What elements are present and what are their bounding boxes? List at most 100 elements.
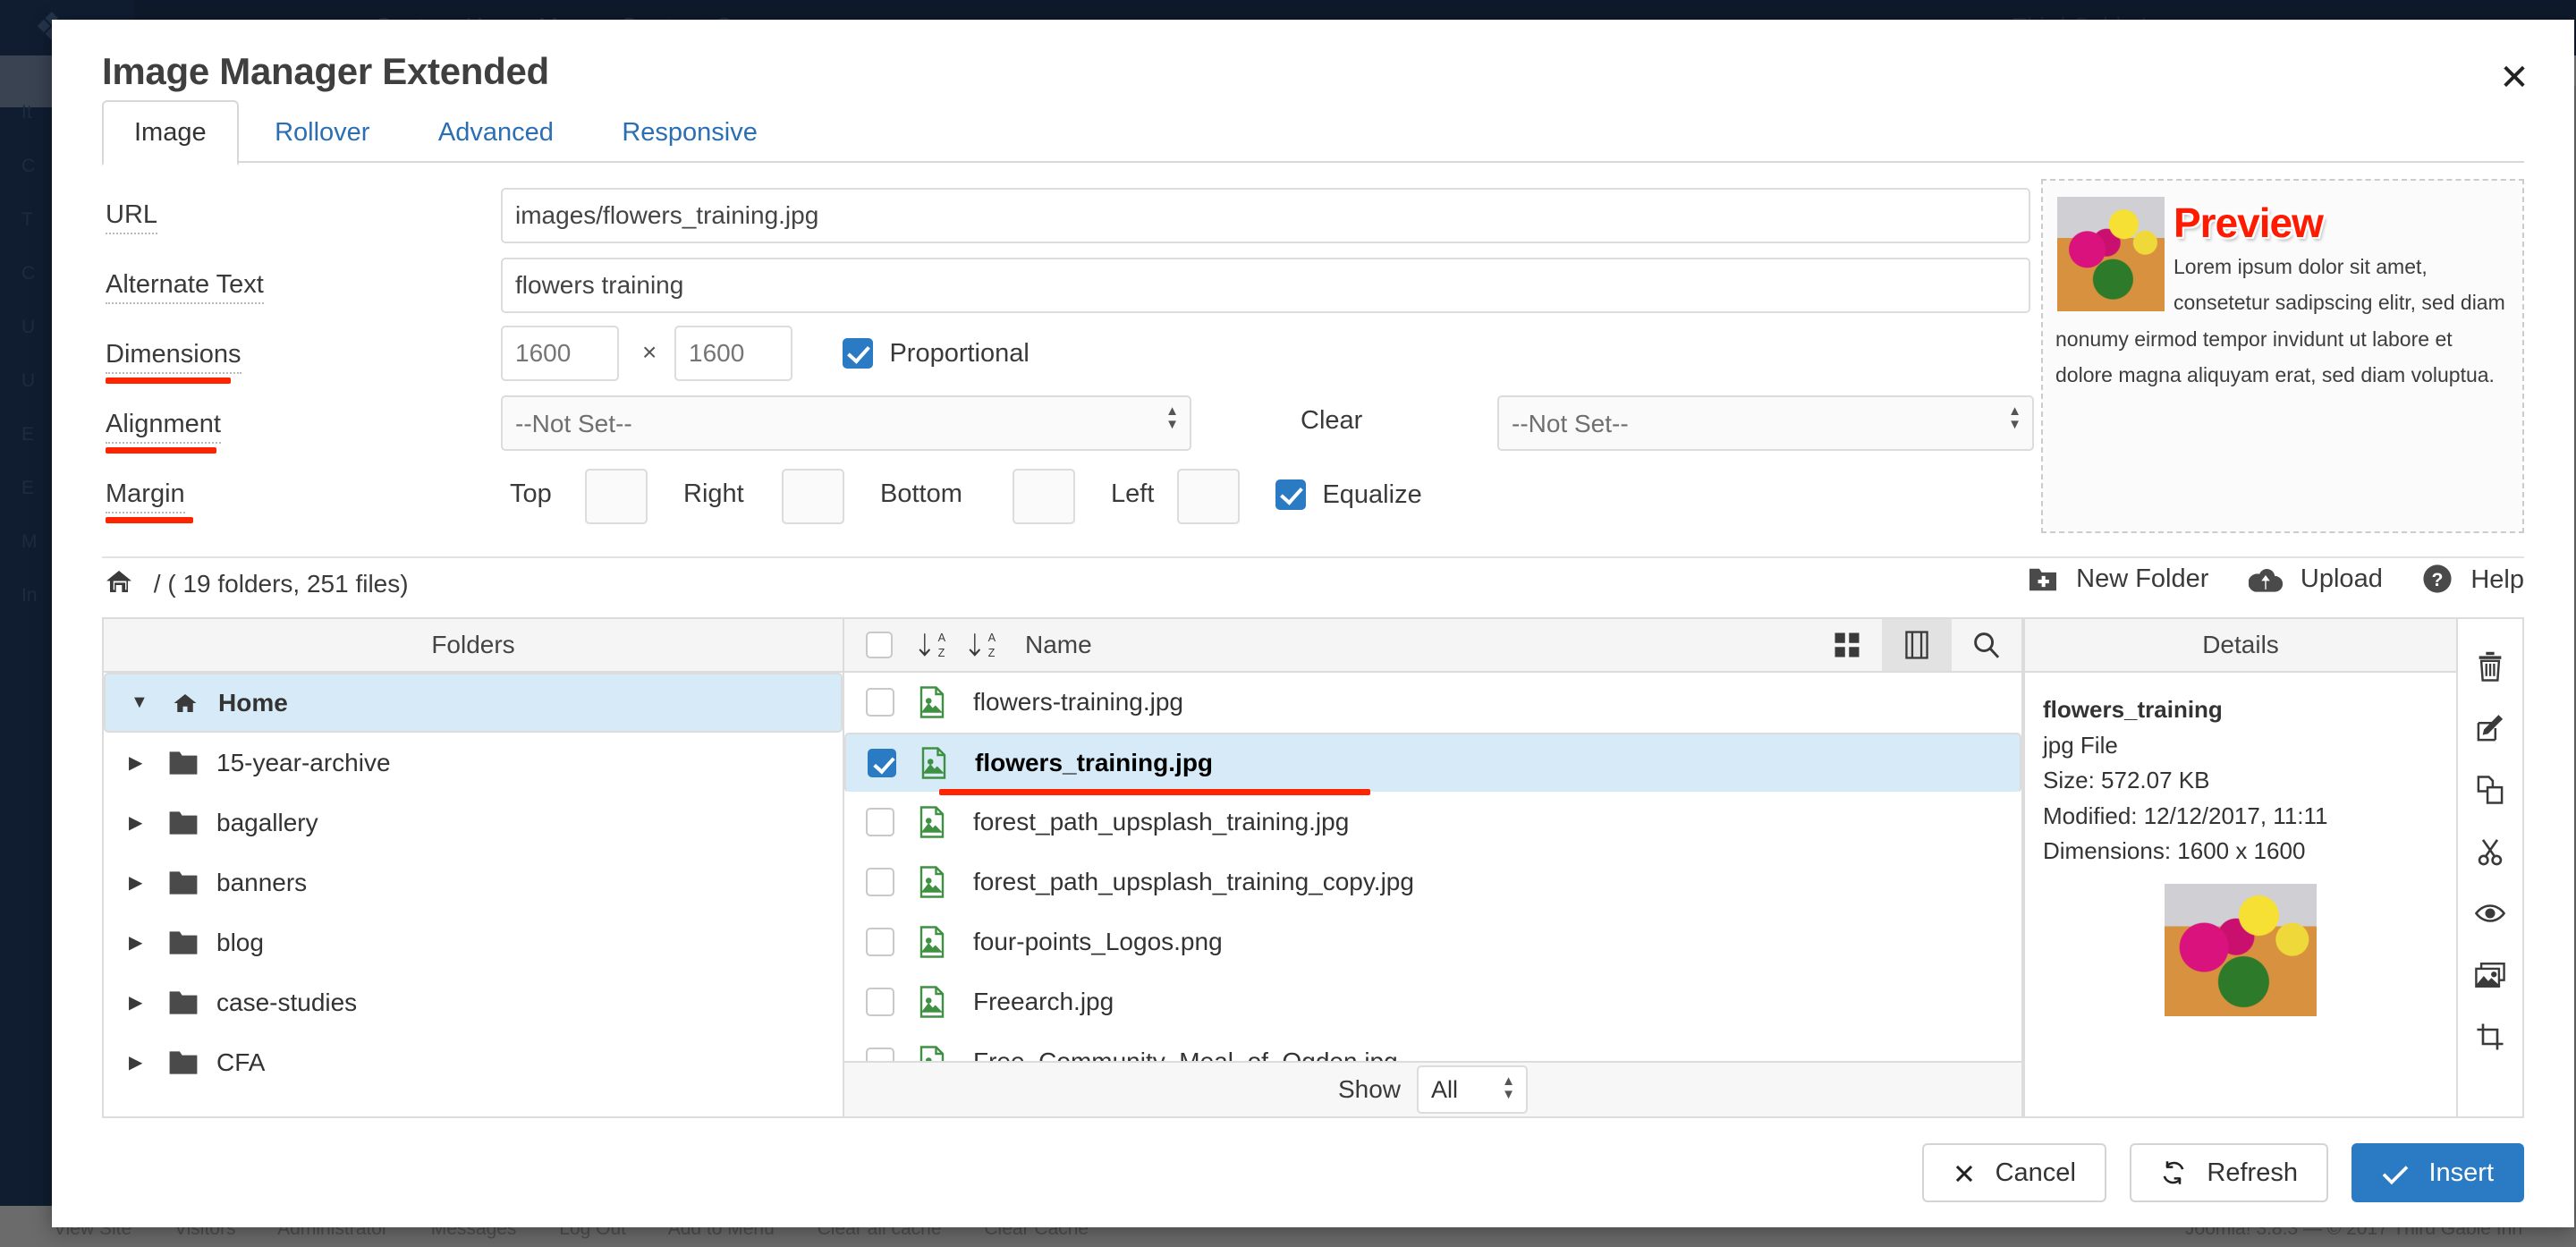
margin-bottom-input[interactable] (1013, 469, 1075, 524)
details-main: Details flowers_training jpg File Size: … (2025, 619, 2458, 1116)
annotation-underline-alignment (106, 447, 216, 454)
insert-button[interactable]: Insert (2351, 1143, 2524, 1202)
table-row[interactable]: Freearch.jpg (844, 972, 2021, 1032)
detail-file-name: flowers_training (2043, 692, 2438, 728)
chevron-right-icon[interactable]: ▶ (129, 751, 168, 774)
row-checkbox[interactable] (866, 808, 894, 836)
chevron-right-icon[interactable]: ▶ (129, 991, 168, 1014)
folder-tree: ▼ Home ▶ 15-year-archive ▶ (104, 673, 843, 1118)
close-icon[interactable]: ✕ (2494, 57, 2535, 98)
folder-icon (168, 1050, 199, 1075)
table-row[interactable]: flowers_training.jpg (844, 733, 2021, 793)
tab-image[interactable]: Image (102, 100, 239, 165)
list-view-button[interactable] (1882, 619, 1952, 671)
folder-label: blog (216, 929, 264, 957)
chevron-right-icon[interactable]: ▶ (129, 1051, 168, 1073)
url-input[interactable] (501, 188, 2030, 243)
folder-item-15-year-archive[interactable]: ▶ 15-year-archive (104, 733, 843, 793)
image-form: URL Alternate Text Dimensions × Proporti… (52, 163, 2574, 556)
preview-icon[interactable] (2475, 882, 2505, 944)
margin-right-input[interactable] (782, 469, 844, 524)
file-manager-toolbar: / ( 19 folders, 251 files) New Folder Up… (102, 556, 2524, 617)
tab-advanced[interactable]: Advanced (406, 100, 586, 165)
folder-icon (168, 870, 199, 895)
files-footer: Show All (844, 1061, 2021, 1116)
folder-plus-icon (2028, 566, 2058, 593)
table-row[interactable]: forest_path_upsplash_training_copy.jpg (844, 853, 2021, 912)
table-row[interactable]: flowers-training.jpg (844, 673, 2021, 733)
cut-icon[interactable] (2476, 820, 2504, 882)
row-checkbox[interactable] (866, 868, 894, 896)
search-icon[interactable] (1952, 619, 2021, 671)
width-input[interactable] (501, 326, 619, 381)
folder-item-bagallery[interactable]: ▶ bagallery (104, 793, 843, 853)
alignment-row: Alignment --Not Set-- Clear --Not Set-- (102, 392, 2034, 462)
select-all-checkbox[interactable] (866, 632, 893, 658)
alignment-select[interactable]: --Not Set-- (501, 395, 1191, 451)
files-header: AZ AZ Name (844, 619, 2021, 673)
tab-rollover[interactable]: Rollover (242, 100, 402, 165)
toolbar-actions: New Folder Upload ? Help (1992, 564, 2524, 595)
margin-top-input[interactable] (585, 469, 648, 524)
details-metadata: flowers_training jpg File Size: 572.07 K… (2025, 673, 2456, 870)
cancel-button[interactable]: Cancel (1922, 1143, 2106, 1202)
margin-left-input[interactable] (1177, 469, 1240, 524)
equalize-checkbox[interactable] (1275, 479, 1306, 510)
height-input[interactable] (674, 326, 792, 381)
chevron-right-icon[interactable]: ▶ (129, 811, 168, 834)
sort-az-icon[interactable]: AZ (918, 630, 948, 660)
table-row[interactable]: four-points_Logos.png (844, 912, 2021, 972)
column-header-name[interactable]: Name (1025, 631, 1092, 659)
clear-select[interactable]: --Not Set-- (1497, 395, 2034, 451)
thumbnails-icon[interactable] (2475, 944, 2505, 1005)
detail-file-dimensions: Dimensions: 1600 x 1600 (2043, 834, 2438, 870)
chevron-right-icon[interactable]: ▶ (129, 871, 168, 894)
file-manager-body: Folders ▼ Home ▶ 15-year-archive (102, 617, 2524, 1118)
folder-item-home[interactable]: ▼ Home (104, 673, 843, 733)
chevron-right-icon[interactable]: ▶ (129, 931, 168, 954)
preview-thumbnail (2057, 197, 2165, 311)
folder-item-cfa[interactable]: ▶ CFA (104, 1032, 843, 1092)
folder-icon (168, 751, 199, 776)
help-button[interactable]: ? Help (2422, 564, 2524, 595)
proportional-checkbox[interactable] (843, 338, 873, 369)
folder-item-blog[interactable]: ▶ blog (104, 912, 843, 972)
clear-label: Clear (1301, 406, 1362, 436)
breadcrumb-text: / ( 19 folders, 251 files) (154, 570, 409, 598)
details-thumbnail (2165, 884, 2317, 1016)
equalize-label: Equalize (1322, 480, 1421, 509)
grid-view-button[interactable] (1812, 619, 1882, 671)
rename-icon[interactable] (2476, 697, 2504, 759)
new-folder-label: New Folder (2076, 564, 2208, 593)
row-checkbox[interactable] (866, 988, 894, 1016)
chevron-down-icon[interactable]: ▼ (131, 692, 170, 713)
details-panel: Details flowers_training jpg File Size: … (2023, 617, 2524, 1118)
tab-responsive[interactable]: Responsive (589, 100, 790, 165)
copy-icon[interactable] (2476, 759, 2504, 820)
delete-icon[interactable] (2476, 635, 2504, 697)
folder-item-banners[interactable]: ▶ banners (104, 853, 843, 912)
folder-label: Home (218, 689, 288, 717)
sort-az-secondary-icon[interactable]: AZ (968, 630, 998, 660)
show-select[interactable]: All (1417, 1065, 1528, 1114)
table-row[interactable]: Free_Community_Meal_of_Ogden.jpg (844, 1032, 2021, 1065)
new-folder-button[interactable]: New Folder (2028, 564, 2208, 594)
breadcrumb[interactable]: / ( 19 folders, 251 files) (104, 567, 409, 602)
crop-icon[interactable] (2476, 1005, 2504, 1067)
folder-label: bagallery (216, 809, 318, 837)
annotation-underline-margin (106, 517, 193, 523)
table-row[interactable]: forest_path_upsplash_training.jpg (844, 793, 2021, 853)
detail-file-modified: Modified: 12/12/2017, 11:11 (2043, 799, 2438, 835)
row-checkbox[interactable] (868, 749, 896, 777)
row-checkbox[interactable] (866, 928, 894, 956)
file-name: Freearch.jpg (973, 988, 1114, 1016)
alternate-text-input[interactable] (501, 258, 2030, 313)
file-name: forest_path_upsplash_training.jpg (973, 808, 1349, 836)
refresh-button[interactable]: Refresh (2130, 1143, 2328, 1202)
svg-text:Z: Z (938, 646, 945, 659)
dialog-tabs: Image Rollover Advanced Responsive (102, 98, 2524, 163)
folder-item-case-studies[interactable]: ▶ case-studies (104, 972, 843, 1032)
margin-top-label: Top (510, 479, 552, 509)
row-checkbox[interactable] (866, 688, 894, 717)
upload-button[interactable]: Upload (2249, 564, 2383, 594)
